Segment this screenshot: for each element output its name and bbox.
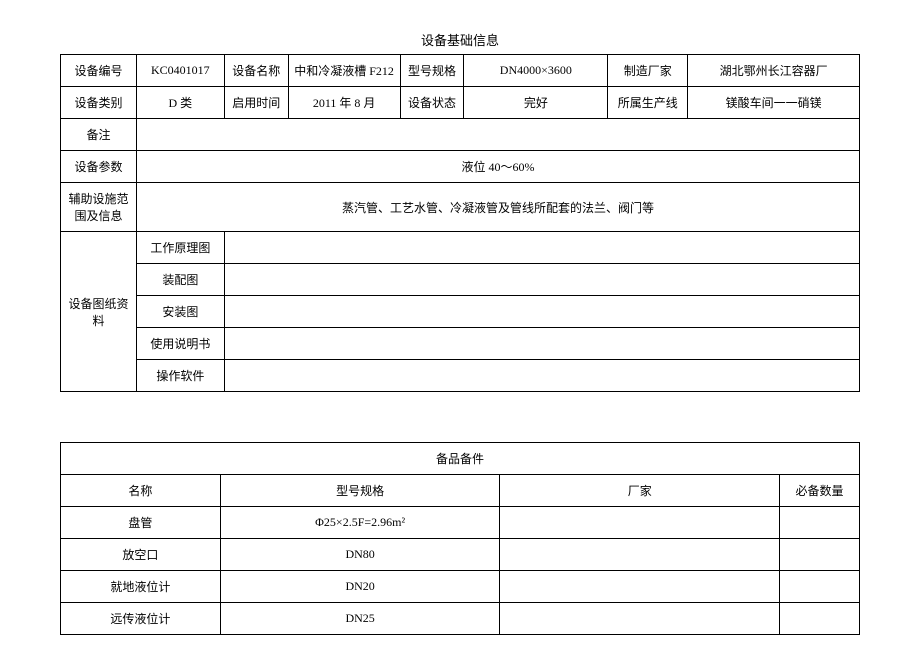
value-remarks (136, 119, 859, 151)
value-manufacturer: 湖北鄂州长江容器厂 (688, 55, 860, 87)
row-drawings-4: 使用说明书 (61, 328, 860, 360)
label-drawings: 设备图纸资料 (61, 232, 137, 392)
row-auxiliary: 辅助设施范围及信息 蒸汽管、工艺水管、冷凝液管及管线所配套的法兰、阀门等 (61, 183, 860, 232)
spare-name: 远传液位计 (61, 603, 221, 635)
row-parameters: 设备参数 液位 40～60% (61, 151, 860, 183)
row-spare-title: 备品备件 (61, 443, 860, 475)
label-remarks: 备注 (61, 119, 137, 151)
value-installation (224, 296, 859, 328)
table-row: 放空口 DN80 (61, 539, 860, 571)
header-name: 名称 (61, 475, 221, 507)
row-drawings-1: 设备图纸资料 工作原理图 (61, 232, 860, 264)
value-model-spec: DN4000×3600 (464, 55, 608, 87)
spare-mfr (500, 571, 780, 603)
label-production-line: 所属生产线 (608, 87, 688, 119)
label-parameters: 设备参数 (61, 151, 137, 183)
label-working-principle: 工作原理图 (136, 232, 224, 264)
value-working-principle (224, 232, 859, 264)
value-parameters: 液位 40～60% (136, 151, 859, 183)
spare-qty (780, 507, 860, 539)
spare-name: 盘管 (61, 507, 221, 539)
value-auxiliary: 蒸汽管、工艺水管、冷凝液管及管线所配套的法兰、阀门等 (136, 183, 859, 232)
value-start-date: 2011 年 8 月 (288, 87, 400, 119)
spare-qty (780, 539, 860, 571)
spare-spec: DN20 (220, 571, 500, 603)
table1-title: 设备基础信息 (60, 30, 860, 49)
value-production-line: 镁酸车间一一硝镁 (688, 87, 860, 119)
value-status: 完好 (464, 87, 608, 119)
label-equipment-class: 设备类别 (61, 87, 137, 119)
row-drawings-3: 安装图 (61, 296, 860, 328)
spare-qty (780, 603, 860, 635)
label-equipment-code: 设备编号 (61, 55, 137, 87)
value-software (224, 360, 859, 392)
row-remarks: 备注 (61, 119, 860, 151)
spare-name: 就地液位计 (61, 571, 221, 603)
table-row: 盘管 Φ25×2.5F=2.96m² (61, 507, 860, 539)
label-software: 操作软件 (136, 360, 224, 392)
value-equipment-code: KC0401017 (136, 55, 224, 87)
table-row: 远传液位计 DN25 (61, 603, 860, 635)
label-auxiliary: 辅助设施范围及信息 (61, 183, 137, 232)
spare-spec: DN25 (220, 603, 500, 635)
row-equipment-class: 设备类别 D 类 启用时间 2011 年 8 月 设备状态 完好 所属生产线 镁… (61, 87, 860, 119)
spare-mfr (500, 603, 780, 635)
value-equipment-class: D 类 (136, 87, 224, 119)
value-equipment-name: 中和冷凝液槽 F212 (288, 55, 400, 87)
table-row: 就地液位计 DN20 (61, 571, 860, 603)
header-manufacturer: 厂家 (500, 475, 780, 507)
header-quantity: 必备数量 (780, 475, 860, 507)
row-drawings-5: 操作软件 (61, 360, 860, 392)
value-assembly (224, 264, 859, 296)
spare-name: 放空口 (61, 539, 221, 571)
label-equipment-name: 设备名称 (224, 55, 288, 87)
spare-qty (780, 571, 860, 603)
spare-mfr (500, 507, 780, 539)
row-equipment-id: 设备编号 KC0401017 设备名称 中和冷凝液槽 F212 型号规格 DN4… (61, 55, 860, 87)
spare-parts-table: 备品备件 名称 型号规格 厂家 必备数量 盘管 Φ25×2.5F=2.96m² … (60, 442, 860, 635)
label-manual: 使用说明书 (136, 328, 224, 360)
spare-parts-title: 备品备件 (61, 443, 860, 475)
label-model-spec: 型号规格 (400, 55, 464, 87)
equipment-info-table: 设备编号 KC0401017 设备名称 中和冷凝液槽 F212 型号规格 DN4… (60, 54, 860, 392)
label-installation: 安装图 (136, 296, 224, 328)
label-manufacturer: 制造厂家 (608, 55, 688, 87)
spare-mfr (500, 539, 780, 571)
spare-spec: Φ25×2.5F=2.96m² (220, 507, 500, 539)
label-assembly: 装配图 (136, 264, 224, 296)
label-status: 设备状态 (400, 87, 464, 119)
row-spare-headers: 名称 型号规格 厂家 必备数量 (61, 475, 860, 507)
label-start-date: 启用时间 (224, 87, 288, 119)
spare-spec: DN80 (220, 539, 500, 571)
header-spec: 型号规格 (220, 475, 500, 507)
row-drawings-2: 装配图 (61, 264, 860, 296)
value-manual (224, 328, 859, 360)
